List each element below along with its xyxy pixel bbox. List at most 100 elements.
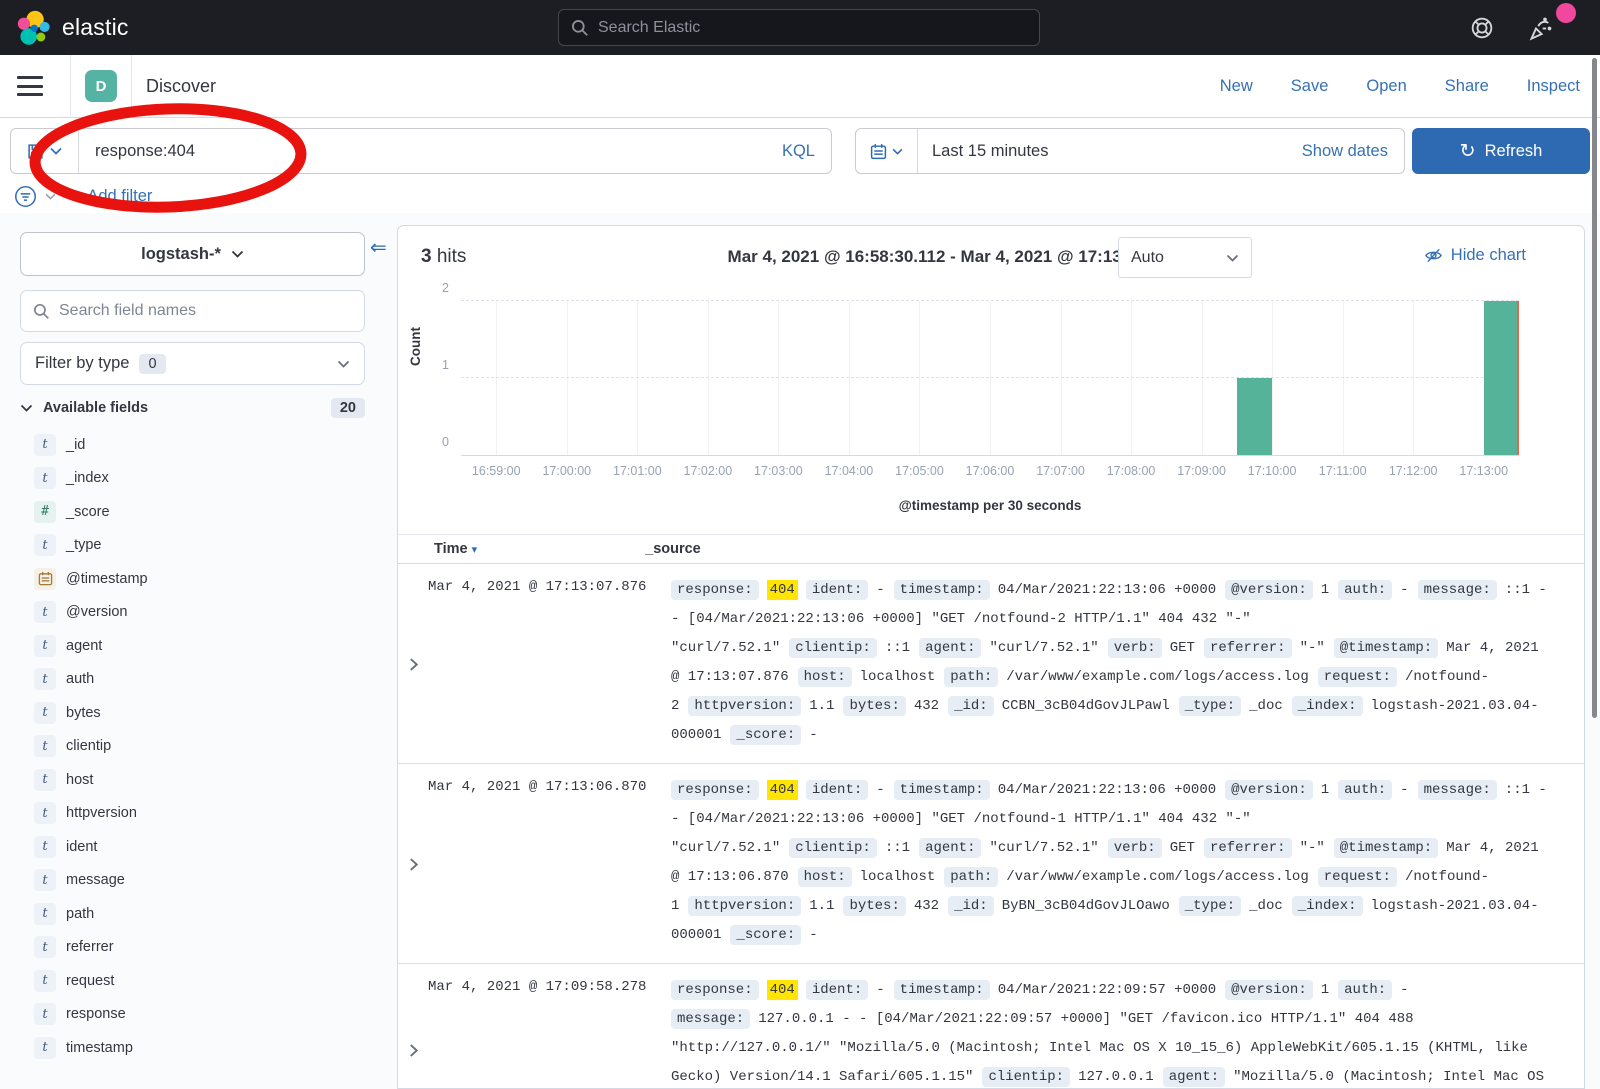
field-item-path[interactable]: tpath <box>20 897 376 931</box>
field-name: response <box>66 1006 126 1022</box>
field-value: /var/www/example.com/logs/access.log <box>1006 869 1308 885</box>
expand-row-icon[interactable] <box>398 576 428 750</box>
new-button[interactable]: New <box>1220 77 1253 96</box>
field-item-timestamp[interactable]: ttimestamp <box>20 1031 376 1065</box>
global-search-input[interactable]: Search Elastic <box>558 9 1040 46</box>
query-language-button[interactable]: KQL <box>766 142 831 161</box>
collapse-sidebar-icon[interactable]: ⇐ <box>370 235 387 260</box>
x-axis-tick-label: 17:00:00 <box>542 464 591 478</box>
field-key-badge: _index: <box>1292 696 1363 716</box>
available-fields-header[interactable]: Available fields 20 <box>20 398 365 418</box>
refresh-button[interactable]: ↻ Refresh <box>1412 128 1590 174</box>
elastic-logo-text: elastic <box>62 14 129 41</box>
field-value: - <box>876 582 884 598</box>
date-type-icon <box>34 568 56 590</box>
field-key-badge: _type: <box>1179 696 1241 716</box>
time-column-header[interactable]: Time ▾ <box>434 541 477 557</box>
time-range-value[interactable]: Last 15 minutes <box>918 142 1302 161</box>
field-item-clientip[interactable]: tclientip <box>20 730 376 764</box>
field-key-badge: _score: <box>730 725 801 745</box>
field-value: 04/Mar/2021:22:13:06 +0000 <box>998 582 1216 598</box>
save-button[interactable]: Save <box>1291 77 1329 96</box>
field-item-ident[interactable]: tident <box>20 830 376 864</box>
page-scrollbar[interactable] <box>1592 58 1597 718</box>
quick-select-date-button[interactable] <box>856 129 918 173</box>
field-value: localhost <box>860 669 936 685</box>
saved-query-menu-button[interactable] <box>11 129 79 173</box>
grid-line <box>1413 301 1414 455</box>
x-axis-tick-label: 17:11:00 <box>1319 464 1367 478</box>
field-key-badge: verb: <box>1108 638 1162 658</box>
chart-x-axis-label: @timestamp per 30 seconds <box>461 498 1519 513</box>
expand-row-icon[interactable] <box>398 976 428 1088</box>
field-name: _score <box>66 504 110 520</box>
field-item-referrer[interactable]: treferrer <box>20 931 376 965</box>
field-key-badge: response: <box>671 780 759 800</box>
calendar-icon <box>38 571 53 586</box>
text-type-icon: t <box>34 769 56 791</box>
field-item--score[interactable]: #_score <box>20 495 376 529</box>
field-item--version[interactable]: t@version <box>20 596 376 630</box>
open-button[interactable]: Open <box>1366 77 1406 96</box>
field-item--index[interactable]: t_index <box>20 462 376 496</box>
field-name: bytes <box>66 705 101 721</box>
field-value: - <box>876 782 884 798</box>
row-timestamp: Mar 4, 2021 @ 17:13:07.876 <box>428 576 671 750</box>
field-key-badge: auth: <box>1338 980 1392 1000</box>
field-item-agent[interactable]: tagent <box>20 629 376 663</box>
hide-chart-button[interactable]: Hide chart <box>1424 246 1526 265</box>
help-icon[interactable] <box>1468 14 1496 42</box>
field-item-response[interactable]: tresponse <box>20 998 376 1032</box>
histogram-bar[interactable] <box>1484 301 1519 455</box>
field-value: - <box>1400 982 1408 998</box>
chevron-down-icon <box>45 193 56 200</box>
field-item--type[interactable]: t_type <box>20 529 376 563</box>
field-name: clientip <box>66 738 111 754</box>
field-key-badge: httpversion: <box>688 896 801 916</box>
chevron-down-icon <box>20 404 33 412</box>
text-type-icon: t <box>34 702 56 724</box>
field-value: 432 <box>914 698 939 714</box>
grid-line <box>1272 301 1273 455</box>
field-key-badge: message: <box>1418 780 1497 800</box>
field-item-request[interactable]: trequest <box>20 964 376 998</box>
discover-app-badge[interactable]: D <box>85 70 117 102</box>
row-timestamp: Mar 4, 2021 @ 17:13:06.870 <box>428 776 671 950</box>
field-item-host[interactable]: thost <box>20 763 376 797</box>
field-search-input[interactable]: Search field names <box>20 290 365 332</box>
add-filter-button[interactable]: + Add filter <box>74 187 152 206</box>
field-key-badge: auth: <box>1338 580 1392 600</box>
text-type-icon: t <box>34 802 56 824</box>
field-key-badge: httpversion: <box>688 696 801 716</box>
grid-line <box>1131 301 1132 455</box>
field-item--id[interactable]: t_id <box>20 428 376 462</box>
field-name: request <box>66 973 114 989</box>
field-name: _type <box>66 537 101 553</box>
expand-row-icon[interactable] <box>398 776 428 950</box>
field-item-message[interactable]: tmessage <box>20 864 376 898</box>
interval-select[interactable]: Auto <box>1118 237 1252 278</box>
filter-menu-icon[interactable] <box>14 185 37 208</box>
share-button[interactable]: Share <box>1445 77 1489 96</box>
field-item-httpversion[interactable]: thttpversion <box>20 797 376 831</box>
text-type-icon: t <box>34 836 56 858</box>
table-row: Mar 4, 2021 @ 17:13:06.870response:404id… <box>398 764 1584 964</box>
histogram-bar[interactable] <box>1237 378 1272 455</box>
field-value: - <box>1400 782 1408 798</box>
notification-badge <box>1556 3 1576 23</box>
highlighted-value: 404 <box>767 580 798 600</box>
histogram-chart[interactable]: 16:59:0017:00:0017:01:0017:02:0017:03:00… <box>461 301 1519 456</box>
inspect-button[interactable]: Inspect <box>1527 77 1580 96</box>
field-item-bytes[interactable]: tbytes <box>20 696 376 730</box>
field-value: ByBN_3cB04dGovJLOawo <box>1002 898 1170 914</box>
grid-line <box>990 301 991 455</box>
newsfeed-icon[interactable] <box>1526 14 1554 42</box>
show-dates-button[interactable]: Show dates <box>1302 142 1404 161</box>
menu-icon[interactable] <box>17 76 43 96</box>
query-input[interactable]: response:404 <box>79 142 766 161</box>
field-item--timestamp[interactable]: @timestamp <box>20 562 376 596</box>
index-pattern-select[interactable]: logstash-* <box>20 232 365 276</box>
field-value: ::1 <box>885 640 910 656</box>
filter-by-type-select[interactable]: Filter by type 0 <box>20 342 365 385</box>
field-item-auth[interactable]: tauth <box>20 663 376 697</box>
